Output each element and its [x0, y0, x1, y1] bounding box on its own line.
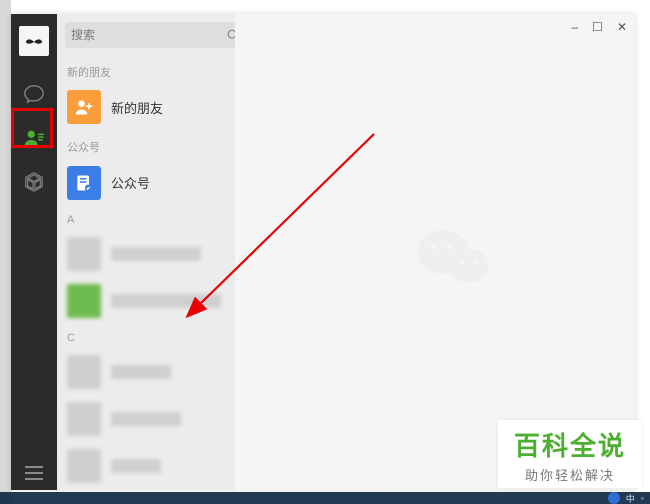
watermark-subtitle: 助你轻松解决 — [514, 465, 626, 484]
entry-official-label: 公众号 — [111, 173, 150, 192]
maximize-button[interactable]: ☐ — [592, 20, 603, 34]
rail-contacts[interactable] — [11, 118, 57, 158]
blurred-avatar — [67, 355, 101, 389]
rail-favorites[interactable] — [11, 162, 57, 202]
watermark-title: 百科全说 — [514, 426, 626, 463]
tray-vol[interactable]: ▫ — [641, 493, 644, 503]
mustache-icon — [24, 36, 44, 46]
blurred-avatar — [67, 284, 101, 318]
blurred-name — [111, 412, 181, 426]
section-a: A — [57, 206, 235, 230]
rail-menu-button[interactable] — [11, 464, 57, 482]
main-panel: – ☐ ✕ — [235, 14, 635, 490]
tray-ime[interactable]: 中 — [626, 492, 635, 504]
contact-item-blurred[interactable] — [57, 443, 235, 490]
baidu-tray-icon — [608, 492, 620, 504]
search-box[interactable] — [65, 22, 246, 48]
blurred-name — [111, 294, 221, 308]
wechat-logo-icon — [415, 224, 495, 294]
rail-chats[interactable] — [11, 74, 57, 114]
wechat-window: + 新的朋友 新的朋友 公众号 公众号 A C — [11, 14, 635, 490]
contact-item-blurred[interactable] — [57, 277, 235, 324]
contact-item-blurred[interactable] — [57, 396, 235, 443]
blurred-name — [111, 365, 171, 379]
blurred-avatar — [67, 237, 101, 271]
new-friends-icon — [67, 90, 101, 124]
blurred-avatar — [67, 449, 101, 483]
blurred-name — [111, 459, 161, 473]
search-input[interactable] — [71, 28, 226, 42]
section-new-friends: 新的朋友 — [57, 56, 235, 84]
official-icon — [67, 166, 101, 200]
rail-sidebar — [11, 14, 57, 490]
section-official: 公众号 — [57, 131, 235, 159]
blurred-avatar — [67, 402, 101, 436]
close-button[interactable]: ✕ — [617, 20, 627, 34]
search-row: + — [57, 14, 235, 56]
contacts-column: + 新的朋友 新的朋友 公众号 公众号 A C — [57, 14, 235, 490]
avatar[interactable] — [19, 26, 49, 56]
entry-new-friends-label: 新的朋友 — [111, 98, 163, 117]
system-tray: 中 ▫ — [608, 492, 644, 504]
window-controls: – ☐ ✕ — [571, 20, 627, 34]
minimize-button[interactable]: – — [571, 20, 578, 34]
watermark: 百科全说 助你轻松解决 — [498, 420, 642, 488]
cube-icon — [23, 171, 45, 193]
chat-bubble-icon — [23, 83, 45, 105]
blurred-name — [111, 247, 201, 261]
entry-official[interactable]: 公众号 — [57, 159, 235, 206]
entry-new-friends[interactable]: 新的朋友 — [57, 84, 235, 131]
contacts-icon — [23, 127, 45, 149]
section-c: C — [57, 324, 235, 348]
contact-item-blurred[interactable] — [57, 230, 235, 277]
taskbar — [0, 492, 650, 504]
contact-item-blurred[interactable] — [57, 348, 235, 395]
hamburger-icon — [25, 464, 43, 482]
left-bg-stripe — [0, 0, 11, 504]
